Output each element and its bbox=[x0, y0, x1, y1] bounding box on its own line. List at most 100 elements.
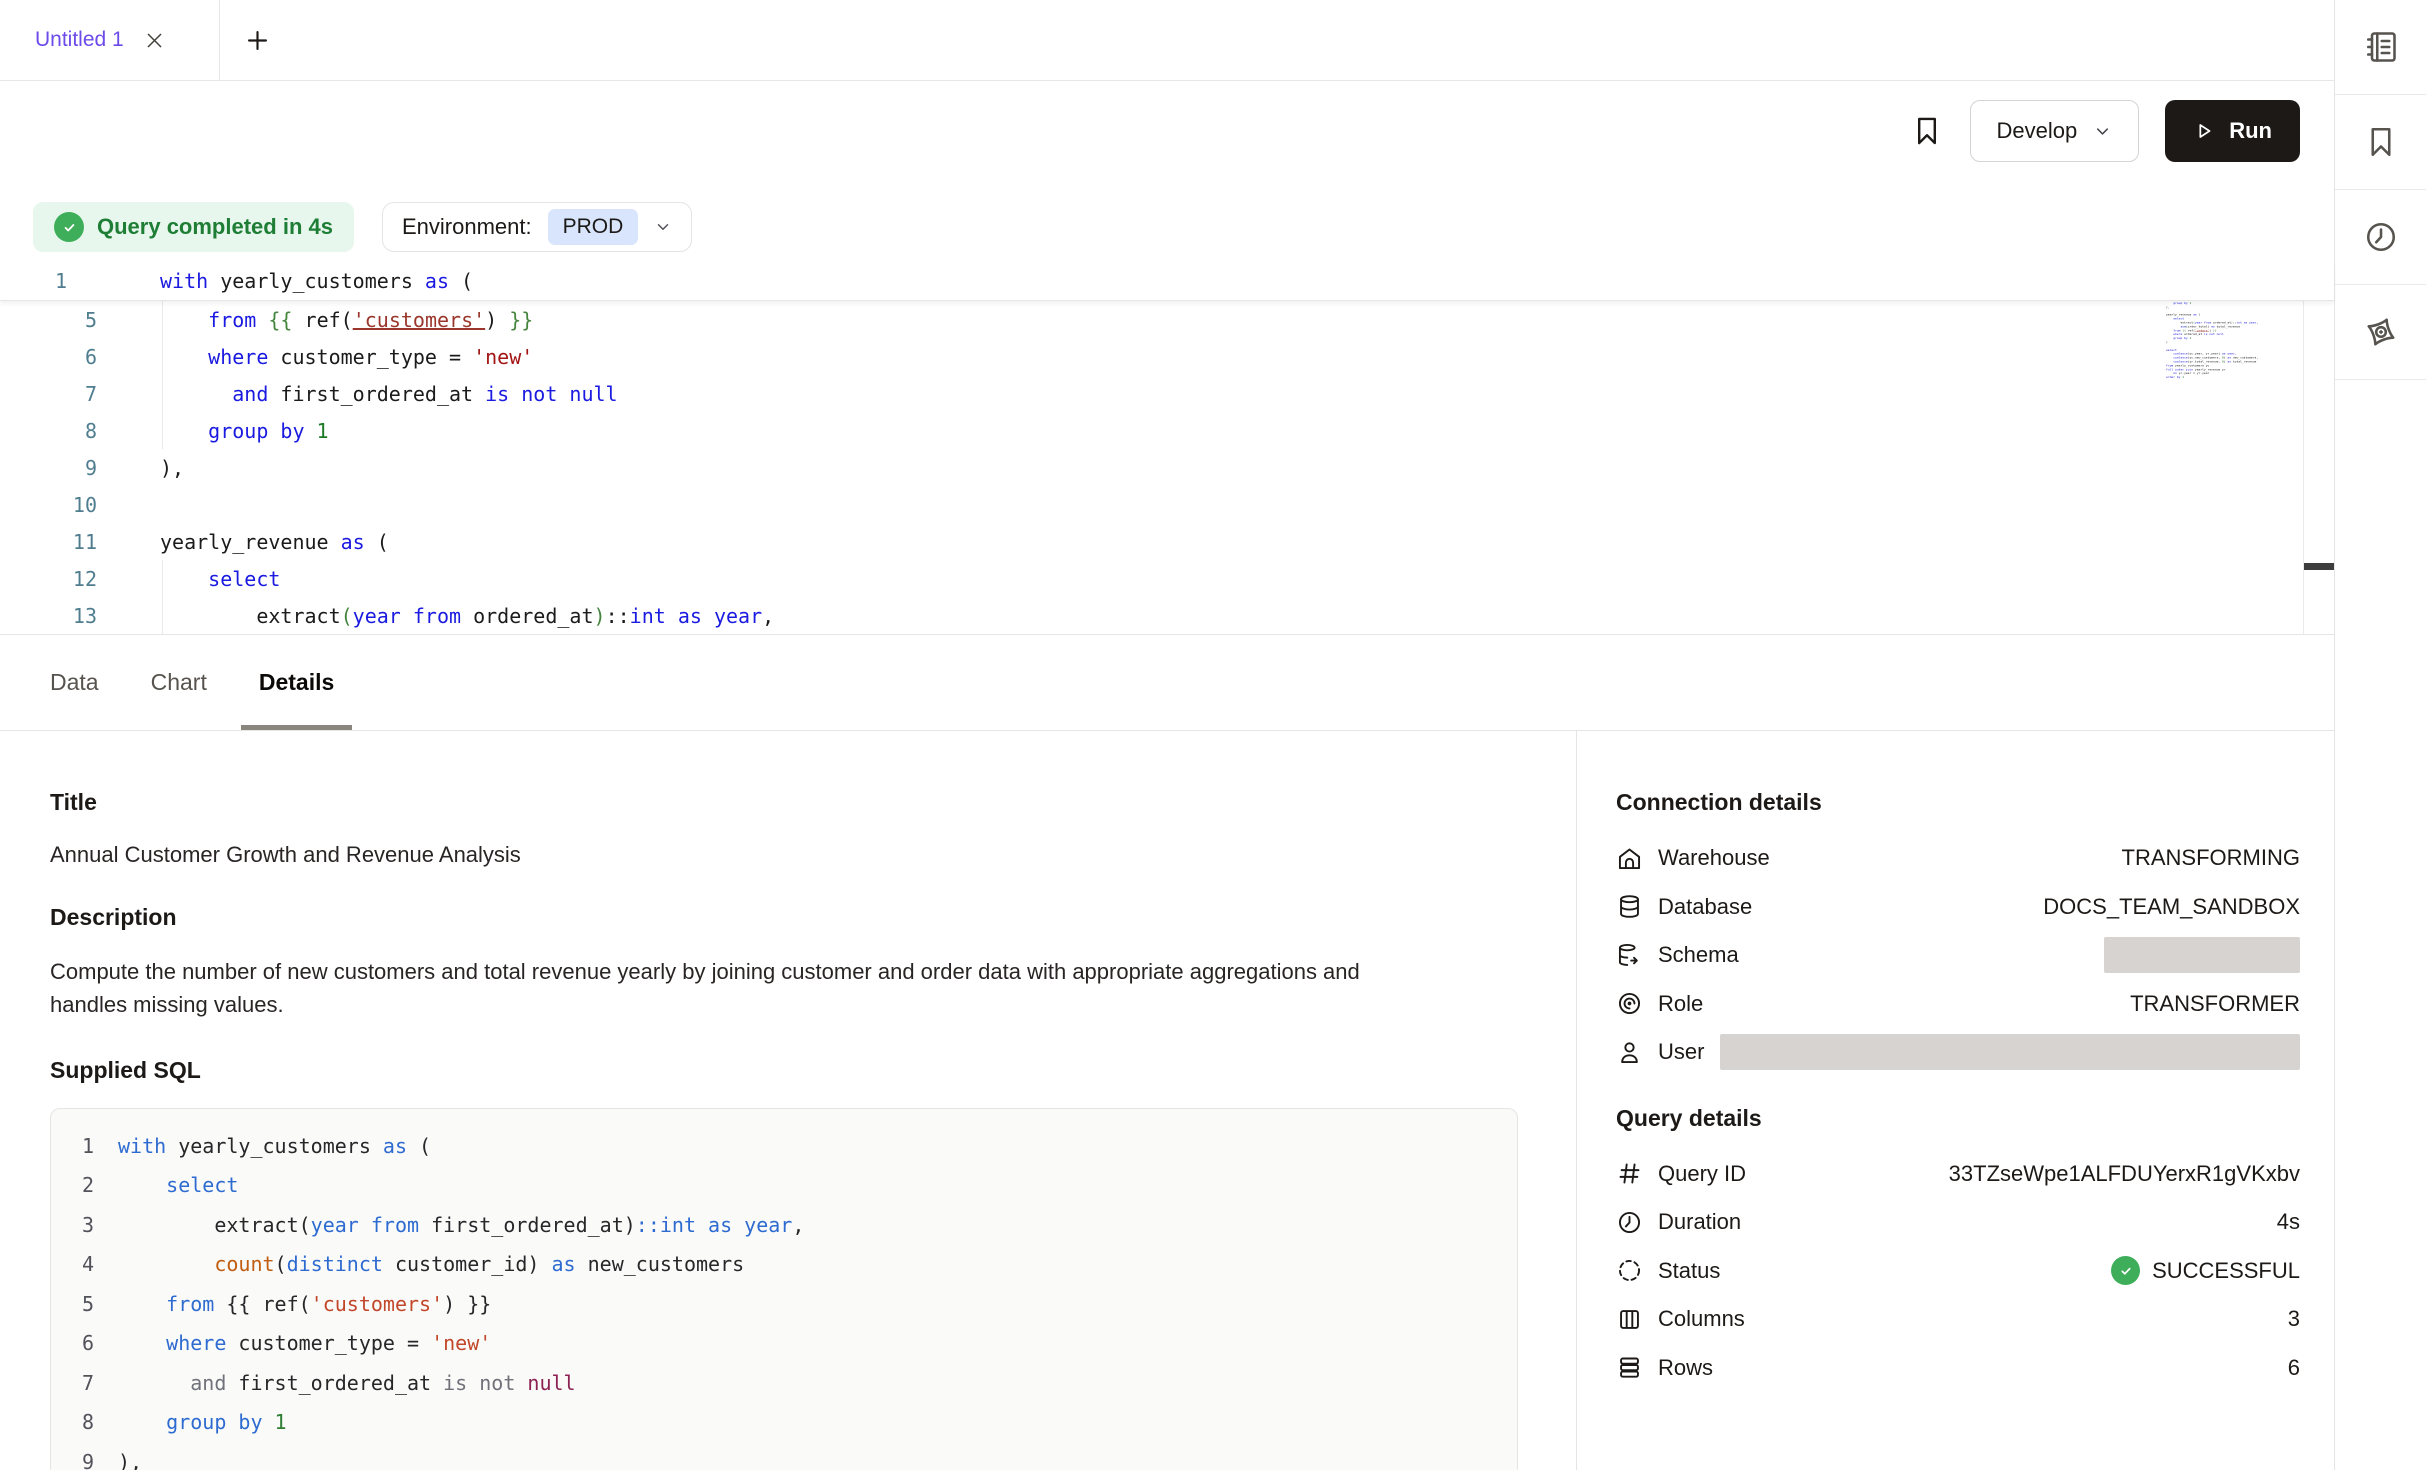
role-icon bbox=[1616, 990, 1643, 1017]
database-icon bbox=[1616, 893, 1643, 920]
status-row: Query completed in 4s Environment: PROD bbox=[0, 202, 2334, 252]
editor-sticky-line: 1 with yearly_customers as ( bbox=[0, 262, 2334, 301]
plus-icon bbox=[244, 27, 271, 54]
connection-details-heading: Connection details bbox=[1616, 789, 2300, 816]
line-number: 8 bbox=[51, 1410, 118, 1434]
detail-label: Database bbox=[1658, 894, 1752, 920]
scrollbar-thumb[interactable] bbox=[2304, 563, 2334, 570]
detail-label: Query ID bbox=[1658, 1161, 1746, 1187]
detail-label: Duration bbox=[1658, 1209, 1741, 1235]
detail-value: 3 bbox=[2288, 1306, 2300, 1332]
description-heading: Description bbox=[50, 904, 1516, 931]
check-circle-icon bbox=[54, 212, 84, 242]
editor-scrollbar[interactable] bbox=[2303, 273, 2334, 634]
detail-value: 33TZseWpe1ALFDUYerxR1gVKxbv bbox=[1949, 1161, 2300, 1187]
editor-line[interactable]: 13 extract(year from ordered_at)::int as… bbox=[0, 597, 2334, 634]
query-details-heading: Query details bbox=[1616, 1105, 2300, 1132]
right-icon-rail bbox=[2334, 0, 2426, 1470]
line-number: 9 bbox=[51, 1450, 118, 1470]
rail-notebook-button[interactable] bbox=[2335, 0, 2426, 95]
schema-icon bbox=[1616, 942, 1643, 969]
bookmark-icon bbox=[2363, 124, 2399, 160]
check-circle-icon bbox=[2111, 1256, 2140, 1285]
line-number: 5 bbox=[51, 1292, 118, 1316]
line-number: 8 bbox=[0, 419, 97, 443]
rail-bookmark-button[interactable] bbox=[2335, 95, 2426, 190]
line-number: 4 bbox=[51, 1252, 118, 1276]
details-panel: Title Annual Customer Growth and Revenue… bbox=[0, 731, 2334, 1470]
supplied-sql-line: 8 group by 1 bbox=[51, 1403, 1517, 1443]
editor-line[interactable]: 12 select bbox=[0, 560, 2334, 597]
detail-value: TRANSFORMER bbox=[2130, 991, 2300, 1017]
columns-icon bbox=[1616, 1306, 1643, 1333]
query-status-text: Query completed in 4s bbox=[97, 214, 333, 240]
chevron-down-icon bbox=[654, 218, 672, 236]
line-number: 6 bbox=[51, 1331, 118, 1355]
supplied-sql-block: 1with yearly_customers as (2 select3 ext… bbox=[50, 1108, 1518, 1470]
editor-line[interactable]: 6 where customer_type = 'new' bbox=[0, 338, 2334, 375]
details-main: Title Annual Customer Growth and Revenue… bbox=[0, 731, 1577, 1470]
editor-line[interactable]: 5 from {{ ref('customers') }} bbox=[0, 301, 2334, 338]
line-number: 11 bbox=[0, 530, 97, 554]
detail-value: DOCS_TEAM_SANDBOX bbox=[2043, 894, 2300, 920]
sql-editor[interactable]: 1 with yearly_customers as ( 5 from {{ r… bbox=[0, 262, 2334, 635]
tab-data[interactable]: Data bbox=[48, 635, 101, 730]
rows-row: Rows6 bbox=[1616, 1344, 2300, 1393]
warehouse-row: WarehouseTRANSFORMING bbox=[1616, 834, 2300, 883]
editor-line[interactable]: 10 bbox=[0, 486, 2334, 523]
play-icon bbox=[2193, 120, 2215, 142]
notebook-icon bbox=[2363, 29, 2399, 65]
clock-icon bbox=[1616, 1209, 1643, 1236]
run-button[interactable]: Run bbox=[2165, 100, 2300, 162]
close-icon[interactable] bbox=[144, 30, 165, 51]
editor-line[interactable]: 11yearly_revenue as ( bbox=[0, 523, 2334, 560]
tab-details[interactable]: Details bbox=[257, 635, 336, 730]
detail-label: Schema bbox=[1658, 942, 1739, 968]
editor-line[interactable]: 9), bbox=[0, 449, 2334, 486]
line-number: 6 bbox=[0, 345, 97, 369]
line-number: 10 bbox=[0, 493, 97, 517]
line-number: 9 bbox=[0, 456, 97, 480]
database-row: Database DOCS_TEAM_SANDBOX bbox=[1616, 883, 2300, 932]
redacted-value bbox=[1720, 1034, 2300, 1070]
supplied-sql-line: 1with yearly_customers as ( bbox=[51, 1126, 1517, 1166]
redacted-value bbox=[2104, 937, 2300, 973]
supplied-sql-heading: Supplied SQL bbox=[50, 1057, 1516, 1084]
history-icon bbox=[2363, 219, 2399, 255]
develop-dropdown[interactable]: Develop bbox=[1970, 100, 2140, 162]
line-number: 12 bbox=[0, 567, 97, 591]
rail-history-button[interactable] bbox=[2335, 190, 2426, 285]
hash-icon bbox=[1616, 1160, 1643, 1187]
detail-label: User bbox=[1658, 1039, 1704, 1065]
line-number: 7 bbox=[0, 382, 97, 406]
new-tab-button[interactable] bbox=[244, 0, 271, 80]
line-number: 5 bbox=[0, 308, 97, 332]
line-number: 3 bbox=[51, 1213, 118, 1237]
editor-line[interactable]: 7 and first_ordered_at is not null bbox=[0, 375, 2334, 412]
details-sidebar: Connection details WarehouseTRANSFORMING… bbox=[1577, 731, 2334, 1470]
query-status-badge: Query completed in 4s bbox=[33, 202, 354, 252]
supplied-sql-line: 3 extract(year from first_ordered_at)::i… bbox=[51, 1205, 1517, 1245]
result-view-tabs: Data Chart Details bbox=[0, 635, 2334, 731]
tab-untitled-1[interactable]: Untitled 1 bbox=[0, 0, 220, 80]
bookmark-button[interactable] bbox=[1910, 114, 1944, 148]
detail-label: Rows bbox=[1658, 1355, 1713, 1381]
title-heading: Title bbox=[50, 789, 1516, 816]
status-row: StatusSUCCESSFUL bbox=[1616, 1247, 2300, 1296]
role-row: RoleTRANSFORMER bbox=[1616, 980, 2300, 1029]
toolbar: Develop Run bbox=[0, 81, 2334, 181]
run-label: Run bbox=[2229, 118, 2272, 144]
tab-bar: Untitled 1 bbox=[0, 0, 2334, 81]
line-number: 2 bbox=[51, 1173, 118, 1197]
supplied-sql-line: 5 from {{ ref('customers') }} bbox=[51, 1284, 1517, 1324]
duration-row: Duration4s bbox=[1616, 1198, 2300, 1247]
environment-selector[interactable]: Environment: PROD bbox=[382, 202, 692, 252]
line-number: 7 bbox=[51, 1371, 118, 1395]
title-value: Annual Customer Growth and Revenue Analy… bbox=[50, 842, 1516, 868]
editor-line[interactable]: 8 group by 1 bbox=[0, 412, 2334, 449]
user-icon bbox=[1616, 1039, 1643, 1066]
detail-label: Columns bbox=[1658, 1306, 1745, 1332]
environment-label: Environment: bbox=[402, 214, 532, 240]
tab-chart[interactable]: Chart bbox=[149, 635, 209, 730]
rail-compass-button[interactable] bbox=[2335, 285, 2426, 380]
